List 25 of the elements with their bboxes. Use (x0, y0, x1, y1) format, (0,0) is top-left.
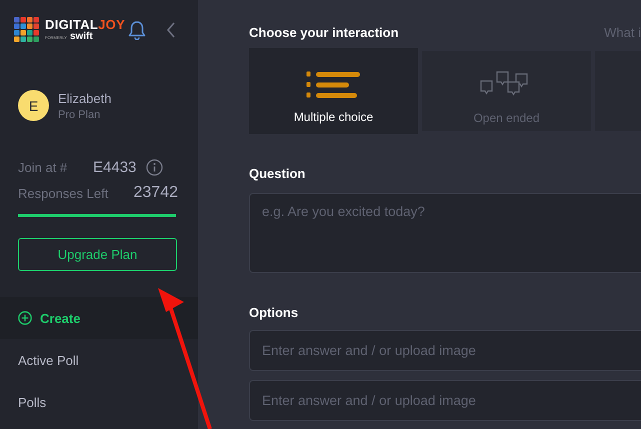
upgrade-button[interactable]: Upgrade Plan (18, 238, 177, 271)
nav-item[interactable]: Create (0, 297, 198, 339)
plus-circle-icon (18, 311, 32, 325)
answer-field[interactable]: Enter answer and / or upload image (249, 330, 641, 371)
interaction-card[interactable]: Multiple choice (249, 48, 418, 134)
responses-label: Responses Left (18, 186, 108, 200)
question-field[interactable]: e.g. Are you excited today? (249, 193, 641, 273)
user-name: Elizabeth (58, 90, 112, 106)
bell-icon (128, 20, 146, 40)
nav-item[interactable]: Polls (0, 381, 198, 423)
logo-icon (14, 17, 40, 43)
avatar: E (18, 90, 49, 121)
nav-item[interactable]: Active Poll (0, 339, 198, 381)
section-title: Choose your interaction (249, 25, 399, 42)
join-code: E4433 (93, 159, 136, 176)
collapse-icon[interactable] (166, 22, 176, 38)
section-title: Question (249, 166, 306, 181)
responses-count: 23742 (134, 184, 178, 202)
multiple-choice-icon (306, 71, 362, 98)
plan-label: Pro Plan (58, 108, 102, 120)
info-icon (146, 159, 164, 176)
section-title: Options (249, 305, 300, 320)
join-label: Join at # (18, 160, 68, 175)
answer-field[interactable]: Enter answer and / or upload image (249, 380, 641, 421)
nav-label: Create (40, 310, 80, 326)
